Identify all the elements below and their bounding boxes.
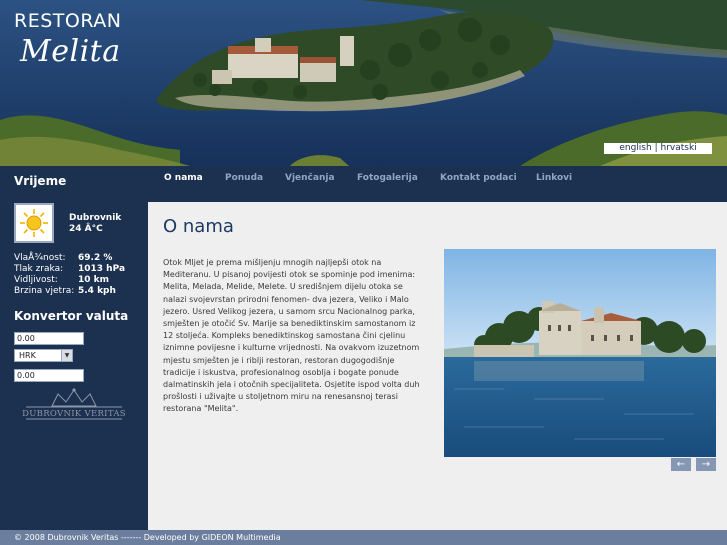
weather-row: Tlak zraka: 1013 hPa bbox=[14, 264, 125, 274]
currency-select[interactable]: HRK ▼ bbox=[14, 349, 73, 362]
nav-ponuda[interactable]: Ponuda bbox=[225, 173, 263, 183]
main-navigation: O nama Ponuda Vjenčanja Fotogalerija Kon… bbox=[148, 166, 727, 202]
sidebar: Vrijeme Dubrovnik 24 Â°C VlaÅ¾nost: 69.2 … bbox=[0, 166, 148, 530]
nav-linkovi[interactable]: Linkovi bbox=[536, 173, 572, 183]
converter-result-input[interactable]: 0.00 bbox=[14, 369, 84, 382]
header-banner: RESTORAN Melita english | hrvatski bbox=[0, 0, 727, 166]
weather-row: VlaÅ¾nost: 69.2 % bbox=[14, 253, 112, 263]
dubrovnik-veritas-logo[interactable]: DUBROVNIK VERITAS bbox=[22, 386, 126, 420]
lang-hrvatski-link[interactable]: hrvatski bbox=[660, 143, 696, 153]
converter-title: Konvertor valuta bbox=[14, 309, 129, 323]
main-content: O nama Otok Mljet je prema mišljenju mno… bbox=[148, 202, 727, 530]
arrow-left-icon[interactable]: ← bbox=[671, 458, 691, 471]
partner-logo-text: DUBROVNIK VERITAS bbox=[22, 409, 126, 419]
weather-value: 10 km bbox=[78, 275, 110, 285]
weather-value: 5.4 kph bbox=[78, 286, 116, 296]
footer: © 2008 Dubrovnik Veritas ------- Develop… bbox=[0, 530, 727, 545]
nav-kontakt-podaci[interactable]: Kontakt podaci bbox=[440, 173, 517, 183]
language-switcher: english | hrvatski bbox=[604, 143, 712, 154]
page-title: O nama bbox=[163, 216, 234, 237]
weather-city: Dubrovnik bbox=[69, 213, 122, 223]
currency-selected-value: HRK bbox=[19, 351, 36, 360]
sun-icon bbox=[14, 203, 54, 243]
logo-text-melita: Melita bbox=[20, 34, 121, 69]
weather-label: Brzina vjetra: bbox=[14, 286, 75, 296]
weather-row: Vidljivost: 10 km bbox=[14, 275, 109, 285]
logo-text-restoran: RESTORAN bbox=[14, 10, 122, 32]
nav-fotogalerija[interactable]: Fotogalerija bbox=[357, 173, 418, 183]
lang-separator: | bbox=[654, 143, 658, 153]
monastery-photo bbox=[444, 249, 716, 457]
nav-vjencanja[interactable]: Vjenčanja bbox=[285, 173, 335, 183]
weather-title: Vrijeme bbox=[14, 174, 67, 188]
weather-label: Tlak zraka: bbox=[14, 264, 64, 274]
converter-amount-input[interactable]: 0.00 bbox=[14, 332, 84, 345]
weather-row: Brzina vjetra: 5.4 kph bbox=[14, 286, 116, 296]
about-text: Otok Mljet je prema mišljenju mnogih naj… bbox=[163, 258, 420, 414]
arrow-right-icon[interactable]: → bbox=[696, 458, 716, 471]
weather-value: 1013 hPa bbox=[78, 264, 126, 274]
weather-label: VlaÅ¾nost: bbox=[14, 253, 66, 263]
weather-temperature: 24 Â°C bbox=[69, 224, 103, 234]
chevron-down-icon[interactable]: ▼ bbox=[61, 350, 72, 361]
lang-english-link[interactable]: english bbox=[619, 143, 651, 153]
footer-copyright: © 2008 Dubrovnik Veritas ------- Develop… bbox=[14, 533, 281, 542]
weather-value: 69.2 % bbox=[78, 253, 113, 263]
nav-o-nama[interactable]: O nama bbox=[164, 173, 203, 183]
weather-label: Vidljivost: bbox=[14, 275, 58, 285]
